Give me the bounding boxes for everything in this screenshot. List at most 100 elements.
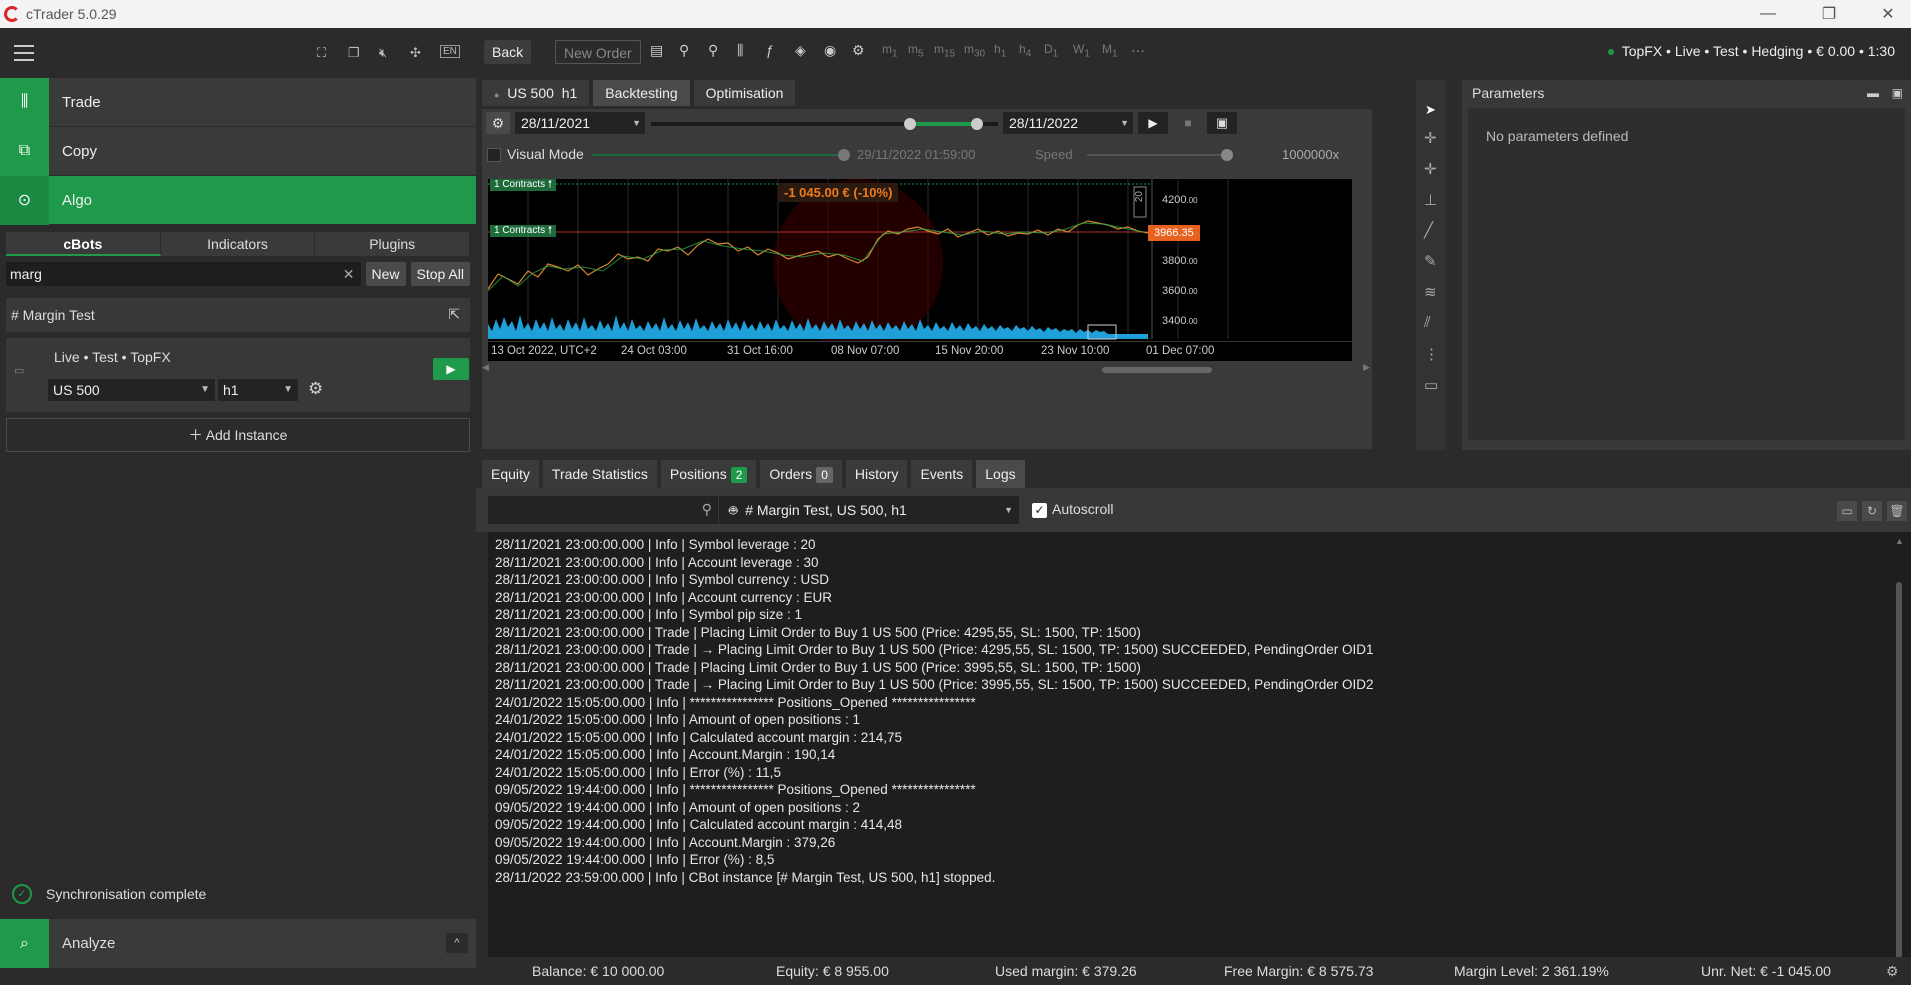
tab-trade-statistics[interactable]: Trade Statistics xyxy=(542,460,657,488)
scroll-up-icon[interactable]: ▲ xyxy=(1895,536,1904,546)
rectangle-icon[interactable]: ▭ xyxy=(1424,376,1438,394)
tab-orders[interactable]: Orders 0 xyxy=(760,460,842,488)
tf-m5[interactable]: m5 xyxy=(908,42,924,59)
contracts-label-1[interactable]: 1 Contracts 🠕 xyxy=(490,179,557,191)
cbot-row[interactable]: # Margin Test ⇱ xyxy=(6,298,470,332)
log-scrollbar[interactable]: ▲ ▼ xyxy=(1895,536,1904,980)
save-icon[interactable]: ▣ xyxy=(1207,112,1237,134)
scroll-right-icon[interactable]: ▶ xyxy=(1363,362,1370,373)
nav-analyze[interactable]: ⌕ Analyze ^ xyxy=(0,919,476,968)
tab-positions[interactable]: Positions 2 xyxy=(660,460,757,488)
new-order-button[interactable]: New Order xyxy=(555,40,641,64)
log-source-select[interactable]: 🤖︎ # Margin Test, US 500, h1 ▼ xyxy=(719,496,1019,524)
quick-measure-icon[interactable]: ⊥ xyxy=(1424,191,1437,209)
chart-symbol-tab[interactable]: ● US 500 h1 xyxy=(482,80,590,106)
fullscreen-icon[interactable]: ⛶ xyxy=(317,45,326,61)
layers-icon[interactable]: ◈ xyxy=(795,42,806,59)
pen-icon[interactable]: ✎ xyxy=(1424,252,1437,270)
grid-icon[interactable]: ⋮ xyxy=(1424,345,1439,363)
collapse-icon[interactable]: ^ xyxy=(446,933,468,953)
tab-backtesting[interactable]: Backtesting xyxy=(593,80,690,106)
price-chart[interactable]: 20 1 Contracts 🠕 1 Contracts 🠕 -1 045.00… xyxy=(488,179,1352,361)
scroll-left-icon[interactable]: ◀ xyxy=(482,362,489,373)
fibonacci-icon[interactable]: ≋ xyxy=(1424,283,1437,301)
speed-handle[interactable] xyxy=(1221,149,1233,161)
export-icon[interactable]: ⇱ xyxy=(448,306,460,323)
autoscroll-checkbox[interactable]: ✓ xyxy=(1032,503,1047,518)
eye-icon[interactable]: ◉ xyxy=(824,42,836,59)
layout-icon[interactable]: ▤ xyxy=(650,42,663,59)
timeframe-select[interactable]: h1 ▼ xyxy=(218,379,298,401)
to-date-select[interactable]: 28/11/2022 ▼ xyxy=(1003,112,1133,134)
speed-slider[interactable] xyxy=(1087,154,1227,156)
horizontal-scrollbar[interactable] xyxy=(1102,367,1212,373)
nav-copy[interactable]: ⧉ Copy xyxy=(0,126,476,176)
add-instance-button[interactable]: ＋ Add Instance xyxy=(6,418,470,452)
tab-cbots[interactable]: cBots xyxy=(6,232,161,256)
from-date-select[interactable]: 28/11/2021 ▼ xyxy=(515,112,645,134)
folder-icon[interactable]: ▭ xyxy=(1837,501,1857,521)
tf-m1[interactable]: m1 xyxy=(882,42,898,59)
indicator-icon[interactable]: ƒ xyxy=(766,42,774,58)
chart-type-icon[interactable]: ⫼ xyxy=(737,42,743,59)
account-status[interactable]: TopFX • Live • Test • Hedging • € 0.00 •… xyxy=(1607,43,1895,59)
tf-m30[interactable]: m30 xyxy=(964,42,985,59)
visual-mode-checkbox[interactable] xyxy=(487,148,501,162)
trash-icon[interactable]: 🗑︎ xyxy=(1887,501,1907,521)
line-icon[interactable]: ╱ xyxy=(1424,221,1433,239)
mute-icon[interactable]: 🔇︎ xyxy=(379,45,387,61)
run-button[interactable]: ▶ xyxy=(1138,112,1168,134)
nav-trade[interactable]: ⫼ Trade xyxy=(0,77,476,127)
close-icon[interactable]: ✕ xyxy=(1865,0,1911,28)
tf-h1[interactable]: h1 xyxy=(994,42,1006,59)
contracts-label-2[interactable]: 1 Contracts 🠕 xyxy=(490,225,557,237)
refresh-icon[interactable]: ↻ xyxy=(1862,501,1882,521)
language-icon[interactable]: EN xyxy=(440,45,460,58)
tab-events[interactable]: Events xyxy=(911,460,973,488)
plugins-icon[interactable]: ✣ xyxy=(410,45,421,61)
tab-plugins[interactable]: Plugins xyxy=(315,232,471,256)
clear-icon[interactable]: ✕ xyxy=(343,262,355,286)
new-button[interactable]: New xyxy=(365,262,406,286)
crosshair-icon[interactable]: ✛ xyxy=(1424,129,1437,147)
crosshair-alt-icon[interactable]: ✛ xyxy=(1424,160,1437,178)
gear-icon[interactable]: ⚙ xyxy=(1886,963,1899,980)
save-params-icon[interactable]: ▣ xyxy=(1892,86,1903,100)
range-handle-start[interactable] xyxy=(904,118,916,130)
visual-progress-handle[interactable] xyxy=(838,149,850,161)
tf-m15[interactable]: m15 xyxy=(934,42,955,59)
stop-button[interactable]: ■ xyxy=(1173,112,1203,134)
windows-icon[interactable]: ❐ xyxy=(348,45,360,61)
tab-equity[interactable]: Equity xyxy=(482,460,539,488)
minimize-icon[interactable]: — xyxy=(1745,0,1791,28)
cbot-instance[interactable]: ▭ Live • Test • TopFX US 500 ▼ h1 ▼ ⚙ ▶ xyxy=(6,338,470,412)
zoom-in-icon[interactable]: ⚲ xyxy=(708,42,718,59)
gear-icon[interactable]: ⚙ xyxy=(308,379,323,399)
cursor-icon[interactable]: ➤ xyxy=(1425,102,1436,118)
gear-icon[interactable]: ⚙ xyxy=(486,112,510,134)
stop-all-button[interactable]: Stop All xyxy=(410,262,470,286)
tab-history[interactable]: History xyxy=(845,460,908,488)
nav-algo[interactable]: ⊙ Algo xyxy=(0,175,476,225)
restore-icon[interactable]: ❐ xyxy=(1806,0,1852,28)
fork-icon[interactable]: ⫽ xyxy=(1424,314,1431,331)
menu-icon[interactable] xyxy=(14,45,34,61)
play-button[interactable]: ▶ xyxy=(433,358,469,380)
date-range-slider[interactable] xyxy=(651,118,998,130)
tf-w1[interactable]: W1 xyxy=(1073,42,1090,59)
back-button[interactable]: Back xyxy=(484,40,532,64)
log-scroll-thumb[interactable] xyxy=(1896,582,1902,962)
log-search-input[interactable]: ⚲ xyxy=(488,496,718,524)
tab-indicators[interactable]: Indicators xyxy=(160,232,316,256)
symbol-select[interactable]: US 500 ▼ xyxy=(48,379,215,401)
range-handle-end[interactable] xyxy=(971,118,983,130)
tf-mn1[interactable]: M1 xyxy=(1102,42,1118,59)
tab-logs[interactable]: Logs xyxy=(976,460,1025,488)
search-input[interactable]: marg ✕ xyxy=(6,262,361,286)
tab-optimisation[interactable]: Optimisation xyxy=(693,80,796,106)
restore-panel-icon[interactable]: ▬ xyxy=(1867,86,1879,100)
zoom-out-icon[interactable]: ⚲ xyxy=(679,42,689,59)
tf-h4[interactable]: h4 xyxy=(1019,42,1031,59)
settings-icon[interactable]: ⚙ xyxy=(852,42,865,59)
more-icon[interactable]: ··· xyxy=(1131,42,1145,58)
